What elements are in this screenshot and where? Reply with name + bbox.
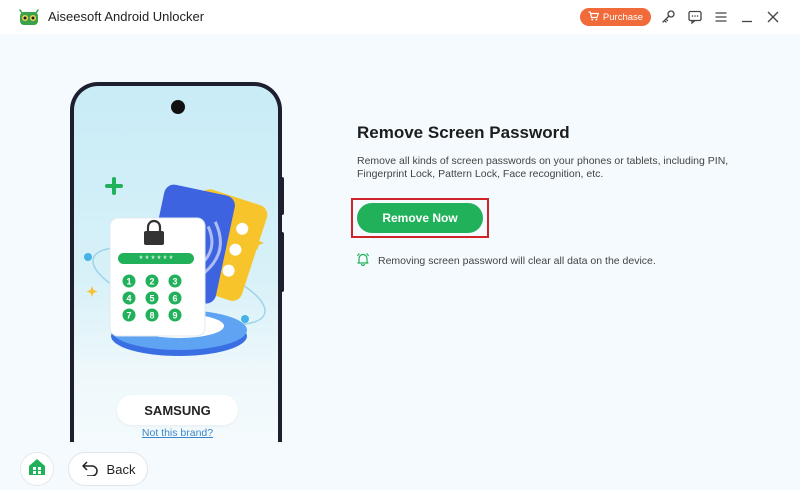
purchase-button[interactable]: Purchase — [580, 8, 651, 26]
not-this-brand-link[interactable]: Not this brand? — [117, 427, 238, 439]
main-panel: * * * * * * 1 2 3 4 5 6 7 8 9 SAMSUNG No… — [0, 34, 800, 490]
page-description: Remove all kinds of screen passwords on … — [357, 155, 729, 180]
pin-mask: * * * * * * — [139, 254, 173, 264]
bell-icon — [356, 252, 370, 269]
back-label: Back — [106, 461, 136, 477]
title-bar: Aiseesoft Android Unlocker Purchase — [0, 0, 800, 34]
brand-label: SAMSUNG — [117, 395, 238, 425]
keypad-key: 6 — [172, 294, 177, 304]
chat-icon[interactable] — [687, 9, 703, 25]
close-icon[interactable] — [765, 9, 781, 25]
lock-illustration: * * * * * * 1 2 3 4 5 6 7 8 9 — [84, 177, 268, 356]
keypad-key: 2 — [149, 277, 154, 287]
page-title: Remove Screen Password — [357, 123, 570, 142]
keypad-key: 9 — [172, 311, 177, 321]
phone-illustration: * * * * * * 1 2 3 4 5 6 7 8 9 — [70, 82, 284, 442]
keypad-key: 4 — [126, 294, 131, 304]
menu-icon[interactable] — [713, 9, 729, 25]
back-button[interactable]: Back — [68, 452, 148, 486]
keypad-key: 8 — [149, 311, 154, 321]
app-logo-icon — [19, 9, 39, 25]
phone-frame: * * * * * * 1 2 3 4 5 6 7 8 9 — [70, 82, 282, 442]
warning-text: Removing screen password will clear all … — [378, 254, 656, 267]
keypad-key: 3 — [172, 277, 177, 287]
key-icon[interactable] — [660, 9, 676, 25]
home-icon — [27, 457, 47, 482]
phone-side-button — [280, 232, 284, 292]
keypad-key: 5 — [149, 294, 154, 304]
phone-side-button — [280, 177, 284, 215]
camera-icon — [171, 100, 185, 114]
cart-icon — [588, 10, 599, 24]
back-arrow-icon — [81, 460, 99, 479]
remove-now-button[interactable]: Remove Now — [357, 203, 483, 233]
home-button[interactable] — [20, 452, 54, 486]
keypad-key: 7 — [126, 311, 131, 321]
minimize-icon[interactable] — [739, 9, 755, 25]
purchase-label: Purchase — [602, 11, 644, 23]
keypad-key: 1 — [126, 277, 131, 287]
warning-note: Removing screen password will clear all … — [356, 252, 656, 269]
app-title: Aiseesoft Android Unlocker — [48, 9, 205, 24]
